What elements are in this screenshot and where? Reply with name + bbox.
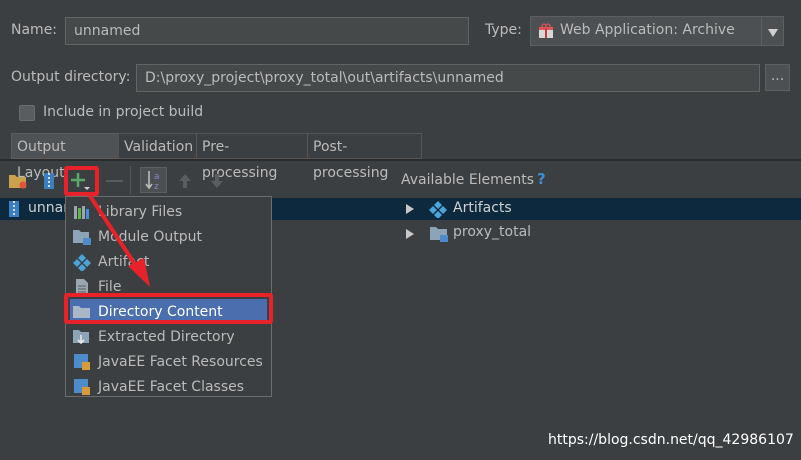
watermark-text: https://blog.csdn.net/qq_42986107 <box>548 432 794 448</box>
annotation-arrow <box>88 194 150 287</box>
